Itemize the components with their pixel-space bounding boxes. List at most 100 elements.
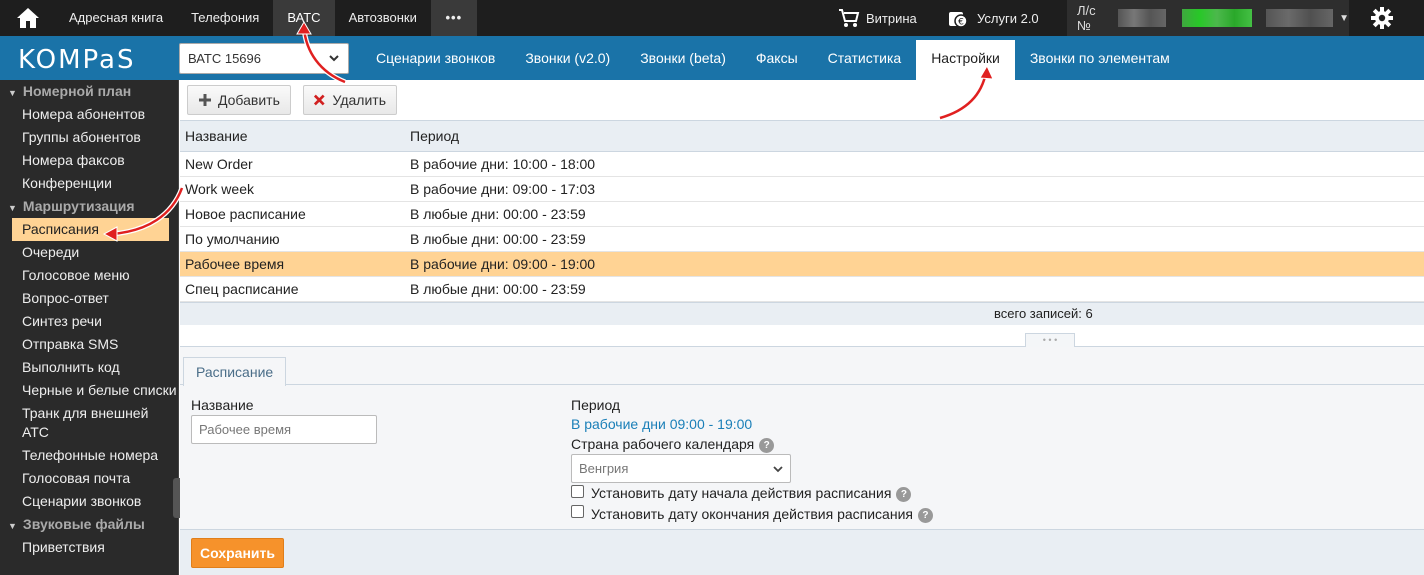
close-icon — [314, 94, 325, 106]
top-nav-address-book[interactable]: Адресная книга — [55, 0, 177, 36]
sidebar-item-black-white-lists[interactable]: Черные и белые списки — [0, 379, 178, 402]
sidebar-item-run-code[interactable]: Выполнить код — [0, 356, 178, 379]
top-nav: Адресная книга Телефония ВАТС Автозвонки… — [55, 0, 477, 36]
sidebar-item-question-answer[interactable]: Вопрос-ответ — [0, 287, 178, 310]
sidebar-item-conferences[interactable]: Конференции — [0, 172, 178, 195]
services-icon: € — [949, 12, 968, 28]
shop-link[interactable]: Витрина — [838, 0, 917, 36]
cell-period: В любые дни: 00:00 - 23:59 — [410, 206, 586, 222]
sidebar-item-greetings[interactable]: Приветствия — [0, 536, 178, 559]
cell-name: Новое расписание — [185, 206, 306, 222]
tab-faxes[interactable]: Факсы — [741, 36, 813, 80]
tab-settings[interactable]: Настройки — [916, 40, 1015, 80]
sidebar-item-subscriber-numbers[interactable]: Номера абонентов — [0, 103, 178, 126]
sidebar-item-voice-menu[interactable]: Голосовое меню — [0, 264, 178, 287]
splitter-grip-icon[interactable]: • • • — [1025, 333, 1075, 347]
country-select-value: Венгрия — [579, 461, 629, 476]
sidebar-group-number-plan[interactable]: ▼ Номерной план — [0, 80, 178, 103]
name-label: Название — [191, 397, 254, 413]
cell-period: В рабочие дни: 10:00 - 18:00 — [410, 156, 596, 172]
save-bar: Сохранить — [180, 529, 1424, 575]
caret-down-icon: ▼ — [8, 203, 17, 213]
blurred-account-number — [1117, 9, 1167, 27]
column-header-name[interactable]: Название — [185, 121, 248, 151]
services-label: Услуги 2.0 — [977, 10, 1039, 26]
sidebar-item-schedules[interactable]: Расписания — [12, 218, 169, 241]
table-row[interactable]: Новое расписание В любые дни: 00:00 - 23… — [180, 202, 1424, 227]
panel-splitter[interactable]: • • • — [180, 325, 1424, 347]
start-date-checkbox[interactable] — [571, 485, 584, 498]
tab-calls-by-element[interactable]: Звонки по элементам — [1015, 36, 1185, 80]
period-link[interactable]: В рабочие дни 09:00 - 19:00 — [571, 416, 752, 432]
account-prefix: Л/с № — [1077, 3, 1096, 33]
add-button[interactable]: Добавить — [187, 85, 291, 115]
help-icon[interactable]: ? — [759, 437, 775, 453]
detail-form: Расписание Название Рабочее время Период… — [180, 347, 1424, 575]
sidebar-item-queues[interactable]: Очереди — [0, 241, 178, 264]
table-footer: всего записей: 6 — [180, 302, 1424, 325]
help-icon[interactable]: ? — [917, 507, 933, 523]
column-header-period[interactable]: Период — [410, 121, 459, 151]
plus-icon — [199, 94, 211, 106]
table-row[interactable]: Спец расписание В любые дни: 00:00 - 23:… — [180, 277, 1424, 302]
delete-button[interactable]: Удалить — [303, 85, 397, 115]
sidebar-item-send-sms[interactable]: Отправка SMS — [0, 333, 178, 356]
blurred-account-name — [1265, 9, 1334, 27]
period-label: Период — [571, 397, 621, 413]
cell-period: В любые дни: 00:00 - 23:59 — [410, 231, 586, 247]
tab-schedule[interactable]: Расписание — [183, 357, 287, 386]
sidebar-item-fax-numbers[interactable]: Номера факсов — [0, 149, 178, 172]
tab-calls-v2[interactable]: Звонки (v2.0) — [510, 36, 625, 80]
sidebar-group-label: Звуковые файлы — [22, 516, 145, 532]
sidebar-group-routing[interactable]: ▼ Маршрутизация — [0, 195, 178, 218]
top-nav-telephony[interactable]: Телефония — [177, 0, 273, 36]
country-select[interactable]: Венгрия — [571, 454, 791, 483]
cell-period: В рабочие дни: 09:00 - 19:00 — [410, 256, 596, 272]
vats-select-value: ВАТС 15696 — [188, 51, 261, 66]
table-row[interactable]: New Order В рабочие дни: 10:00 - 18:00 — [180, 152, 1424, 177]
sidebar-item-external-trunk[interactable]: Транк для внешней АТС — [0, 402, 178, 444]
sidebar-item-subscriber-groups[interactable]: Группы абонентов — [0, 126, 178, 149]
tab-calls-beta[interactable]: Звонки (beta) — [625, 36, 741, 80]
chevron-down-icon — [328, 51, 340, 68]
table-row-selected[interactable]: Рабочее время В рабочие дни: 09:00 - 19:… — [180, 252, 1424, 277]
add-button-label: Добавить — [218, 92, 280, 108]
top-nav-autocalls[interactable]: Автозвонки — [335, 0, 431, 36]
name-input[interactable]: Рабочее время — [191, 415, 377, 444]
sidebar-item-call-scenarios[interactable]: Сценарии звонков — [0, 490, 178, 513]
home-icon[interactable] — [0, 0, 55, 36]
table-header: Название Период — [180, 120, 1424, 152]
delete-button-label: Удалить — [332, 92, 386, 108]
table-row[interactable]: Work week В рабочие дни: 09:00 - 17:03 — [180, 177, 1424, 202]
top-bar: Адресная книга Телефония ВАТС Автозвонки… — [0, 0, 1424, 36]
cart-icon — [839, 9, 860, 27]
help-icon[interactable]: ? — [896, 486, 912, 502]
account-selector[interactable]: Л/с № ▼ — [1067, 0, 1349, 36]
sidebar-group-label: Маршрутизация — [22, 198, 135, 214]
chevron-down-icon — [773, 466, 783, 473]
gear-icon[interactable] — [1370, 6, 1394, 30]
end-date-label: Установить дату окончания действия распи… — [591, 506, 933, 523]
svg-text:€: € — [958, 18, 964, 28]
main-tabs: Сценарии звонков Звонки (v2.0) Звонки (b… — [361, 36, 1185, 80]
services-link[interactable]: € Услуги 2.0 — [947, 0, 1039, 36]
vats-select[interactable]: ВАТС 15696 — [179, 43, 349, 74]
sidebar-group-sound-files[interactable]: ▼ Звуковые файлы — [0, 513, 178, 536]
name-input-value: Рабочее время — [199, 422, 292, 437]
tab-statistics[interactable]: Статистика — [813, 36, 917, 80]
tab-call-scenarios[interactable]: Сценарии звонков — [361, 36, 510, 80]
sidebar-item-voicemail[interactable]: Голосовая почта — [0, 467, 178, 490]
toolbar: Добавить Удалить — [180, 80, 1424, 120]
save-button[interactable]: Сохранить — [191, 538, 284, 568]
sidebar-item-speech-synthesis[interactable]: Синтез речи — [0, 310, 178, 333]
table-row[interactable]: По умолчанию В любые дни: 00:00 - 23:59 — [180, 227, 1424, 252]
more-menu-button[interactable]: ••• — [430, 0, 477, 36]
top-nav-vats[interactable]: ВАТС — [273, 0, 335, 36]
cell-name: New Order — [185, 156, 253, 172]
country-label: Страна рабочего календаря? — [571, 436, 775, 453]
caret-down-icon: ▼ — [8, 521, 17, 531]
end-date-checkbox[interactable] — [571, 505, 584, 518]
shop-label: Витрина — [866, 10, 917, 26]
form-tab-strip: Расписание — [180, 357, 1424, 386]
sidebar-item-phone-numbers[interactable]: Телефонные номера — [0, 444, 178, 467]
